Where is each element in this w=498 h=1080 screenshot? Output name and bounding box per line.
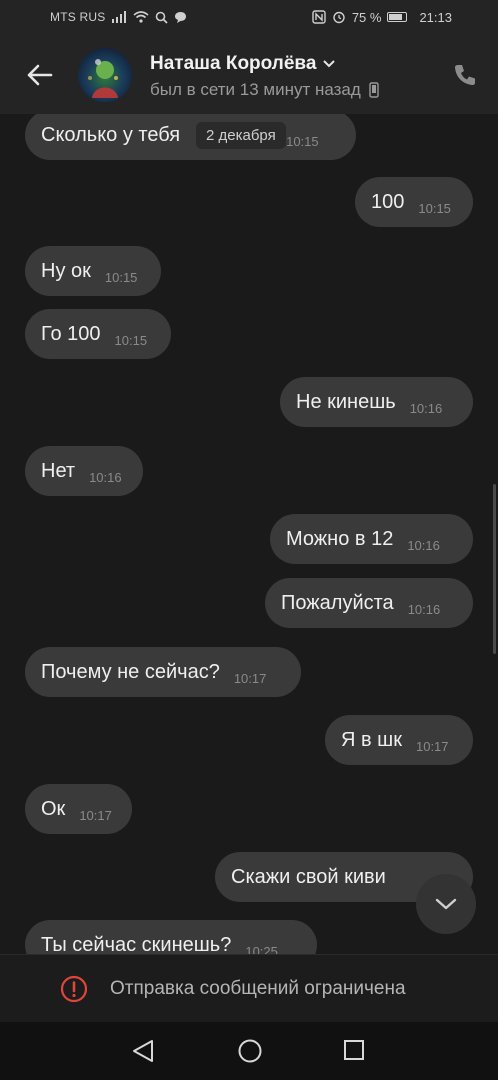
nav-back-button[interactable]	[131, 1038, 157, 1064]
contact-status: был в сети 13 минут назад	[150, 80, 379, 100]
message-text: Ты сейчас скинешь?	[41, 933, 232, 955]
message-bubble-in[interactable]: Сколько у тебя 10:15	[25, 114, 356, 160]
arrow-left-icon	[27, 64, 53, 86]
message-bubble-in[interactable]: Ты сейчас скинешь? 10:25	[25, 920, 317, 954]
chevron-down-icon	[435, 898, 457, 910]
message-time: 10:16	[407, 537, 440, 553]
message-time: 10:25	[245, 943, 278, 955]
restriction-message: Отправка сообщений ограничена	[110, 978, 406, 999]
date-separator: 2 декабря	[196, 122, 286, 149]
message-text: Можно в 12	[286, 527, 394, 550]
message-bubble-in[interactable]: Го 100 10:15	[25, 309, 171, 359]
status-bar: MTS RUS 75 % 21:13	[0, 0, 498, 36]
message-text: Го 100	[41, 322, 101, 345]
message-text: Я в шк	[341, 728, 402, 751]
nfc-icon	[312, 10, 326, 24]
message-text: Скажи свой киви	[231, 865, 386, 888]
message-list[interactable]: Сколько у тебя 10:15 2 декабря 100 10:15…	[0, 114, 498, 954]
message-bubble-out[interactable]: Пожалуйста 10:16	[265, 578, 473, 628]
message-bubble-in[interactable]: Почему не сейчас? 10:17	[25, 647, 301, 697]
square-recents-icon	[344, 1040, 364, 1060]
nav-home-button[interactable]	[237, 1038, 263, 1064]
message-text: Ну ок	[41, 259, 91, 282]
scroll-down-button[interactable]	[416, 874, 476, 934]
message-time: 10:16	[407, 601, 441, 617]
battery-icon	[387, 12, 408, 22]
avatar-image	[88, 59, 118, 98]
message-time: 10:16	[409, 400, 443, 416]
message-bubble-out[interactable]: Можно в 12 10:16	[270, 514, 473, 564]
contact-name-label: Наташа Королёва	[150, 53, 317, 74]
scrollbar[interactable]	[493, 484, 496, 654]
avatar[interactable]	[78, 48, 132, 102]
mobile-device-icon	[369, 82, 379, 98]
signal-icon	[112, 11, 127, 23]
chat-bubble-icon	[175, 11, 187, 23]
navigation-bar	[0, 1022, 498, 1080]
message-text: Нет	[41, 459, 76, 482]
carrier-label: MTS RUS	[50, 10, 106, 24]
message-text: Не кинешь	[296, 390, 396, 413]
wifi-icon	[133, 11, 149, 23]
chat-header: Наташа Королёва был в сети 13 минут наза…	[0, 36, 498, 114]
exclamation-circle-icon	[60, 975, 88, 1003]
message-bubble-in[interactable]: Ну ок 10:15	[25, 246, 161, 296]
message-text: Ок	[41, 797, 66, 820]
message-time: 10:15	[286, 133, 319, 149]
nav-recents-button[interactable]	[342, 1038, 368, 1064]
message-time: 10:15	[418, 200, 451, 216]
message-bubble-out[interactable]: Я в шк 10:17	[325, 715, 473, 765]
call-button[interactable]	[452, 62, 478, 88]
screen: MTS RUS 75 % 21:13 Наташа Королёва был в…	[0, 0, 498, 1080]
message-time: 10:17	[415, 738, 449, 754]
clock: 21:13	[419, 9, 452, 25]
message-text: Почему не сейчас?	[41, 660, 220, 683]
message-time: 10:16	[89, 469, 122, 485]
triangle-back-icon	[133, 1040, 153, 1062]
message-bubble-out[interactable]: Не кинешь 10:16	[280, 377, 473, 427]
phone-icon	[455, 65, 475, 85]
alarm-icon	[333, 11, 345, 24]
message-bubble-in[interactable]: Ок 10:17	[25, 784, 132, 834]
restriction-bar: Отправка сообщений ограничена	[0, 954, 498, 1023]
last-seen-label: был в сети 13 минут назад	[150, 80, 361, 99]
message-text: Пожалуйста	[281, 591, 394, 614]
message-bubble-out[interactable]: 100 10:15	[355, 177, 473, 227]
message-text: Сколько у тебя	[41, 123, 181, 146]
message-bubble-in[interactable]: Нет 10:16	[25, 446, 143, 496]
message-time: 10:17	[79, 807, 112, 823]
back-button[interactable]	[22, 58, 56, 92]
message-time: 10:17	[233, 670, 267, 686]
chevron-down-icon	[323, 60, 336, 68]
contact-name[interactable]: Наташа Королёва	[150, 53, 336, 75]
message-time: 10:15	[104, 269, 138, 285]
circle-home-icon	[238, 1039, 262, 1063]
message-text: 100	[371, 190, 405, 213]
battery-percent: 75 %	[351, 9, 382, 25]
message-time: 10:15	[114, 332, 148, 348]
search-icon	[156, 11, 169, 24]
